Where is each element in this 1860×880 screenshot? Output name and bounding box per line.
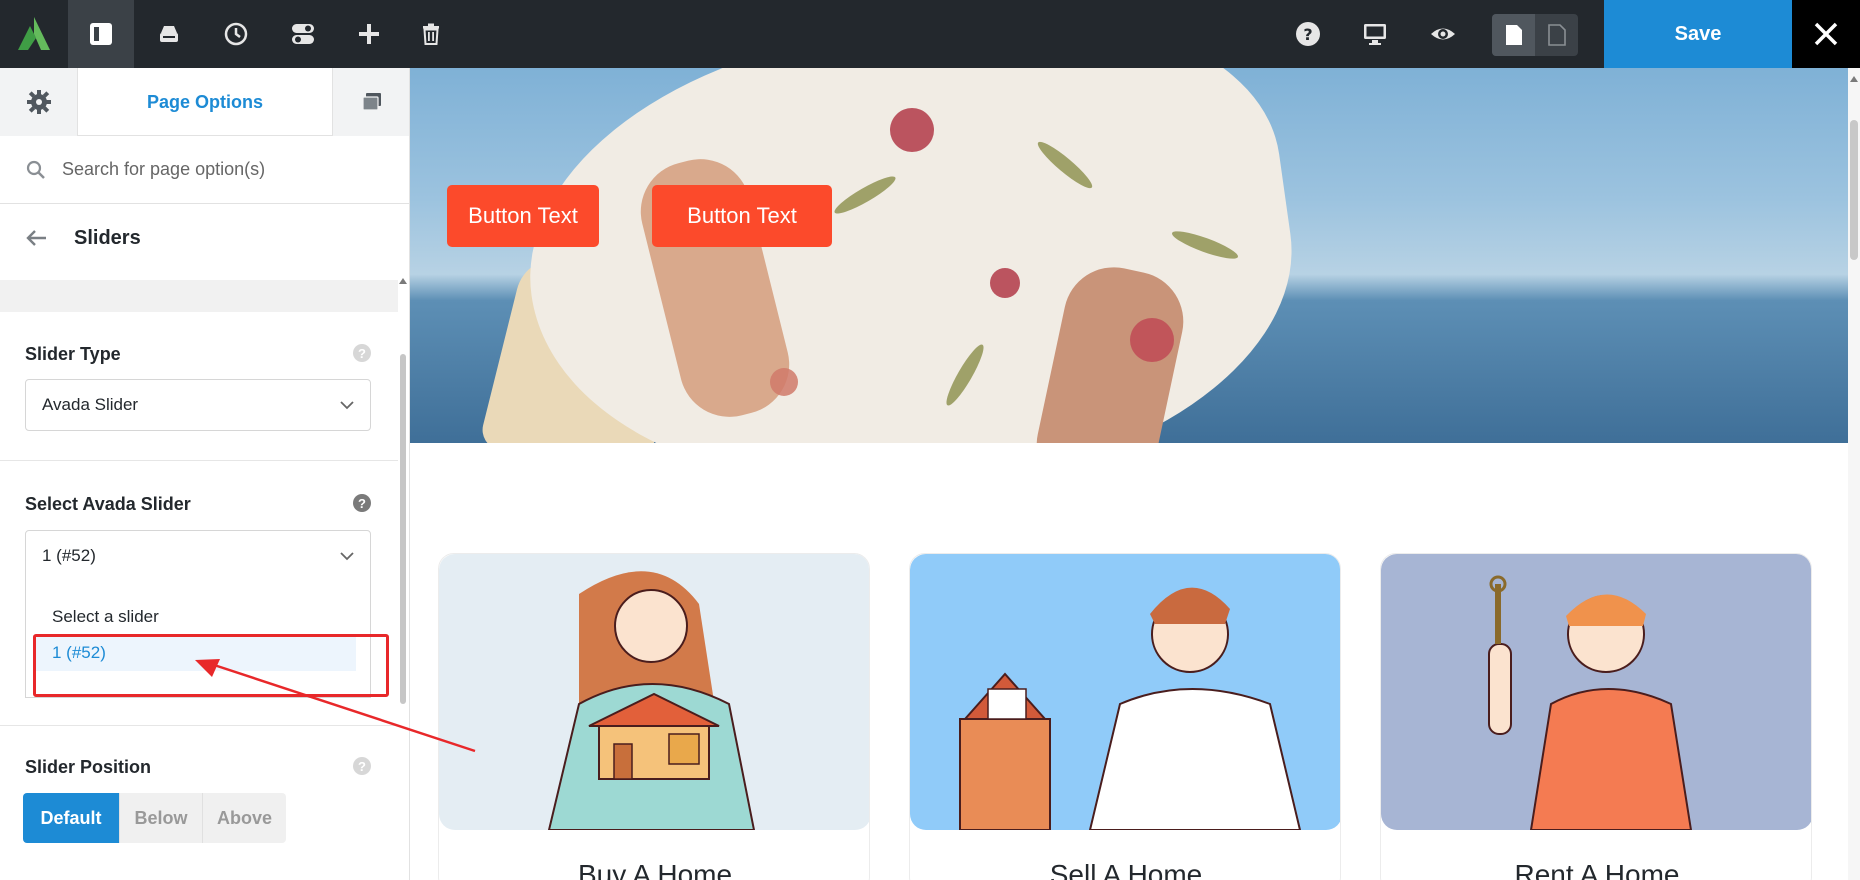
back-arrow-icon[interactable] (26, 229, 48, 247)
history-icon[interactable] (203, 0, 269, 68)
hero-button-2[interactable]: Button Text (652, 185, 832, 247)
add-icon[interactable] (336, 0, 402, 68)
section-header: Sliders (0, 204, 400, 272)
trash-icon[interactable] (398, 0, 464, 68)
card-title: Rent A Home (1514, 859, 1680, 880)
options-sidebar: Page Options Sliders Slider Type ? Avada… (0, 68, 410, 880)
slider-position-segmented: Default Below Above (23, 793, 286, 843)
position-above-button[interactable]: Above (202, 793, 286, 843)
page-icon[interactable] (1492, 14, 1535, 56)
position-below-button[interactable]: Below (119, 793, 202, 843)
help-icon[interactable]: ? (353, 757, 371, 775)
page-preview: Button Text Button Text Buy A Home Sell … (410, 68, 1848, 880)
chevron-down-icon (340, 400, 354, 409)
buy-home-illustration (439, 554, 869, 830)
service-card-rent[interactable]: Rent A Home (1380, 553, 1812, 880)
scroll-up-arrow-icon[interactable] (1850, 76, 1858, 82)
sidebar-toggle-icon[interactable] (68, 0, 134, 68)
hero-image: Button Text Button Text (410, 68, 1848, 443)
dropdown-option[interactable]: Select a slider (36, 599, 356, 635)
avada-logo-icon[interactable] (0, 0, 68, 68)
select-slider-value: 1 (#52) (42, 546, 96, 565)
slider-type-label: Slider Type (25, 344, 121, 364)
annotation-arrow-icon (195, 659, 476, 753)
divider (0, 460, 398, 461)
top-toolbar: ? Save (0, 0, 1860, 68)
card-title: Sell A Home (1049, 859, 1203, 880)
hero-flower (1130, 318, 1174, 362)
search-input[interactable] (62, 159, 382, 180)
sell-home-illustration (910, 554, 1340, 830)
svg-text:?: ? (1303, 25, 1312, 44)
toggle-icon[interactable] (270, 0, 336, 68)
rent-home-illustration (1381, 554, 1811, 830)
section-title: Sliders (74, 226, 141, 249)
hero-button-1[interactable]: Button Text (447, 185, 599, 247)
sidebar-scrollbar[interactable] (398, 204, 409, 880)
canvas-scrollbar[interactable] (1848, 68, 1860, 880)
slider-position-label: Slider Position (25, 757, 152, 777)
card-title: Buy A Home (577, 859, 733, 880)
section-divider-band (0, 280, 398, 312)
help-icon[interactable]: ? (1275, 0, 1341, 68)
help-icon[interactable]: ? (353, 494, 371, 512)
service-card-sell[interactable]: Sell A Home (909, 553, 1341, 880)
slider-type-select[interactable]: Avada Slider (25, 379, 371, 431)
layers-icon[interactable] (332, 68, 409, 136)
tab-page-options[interactable]: Page Options (78, 68, 332, 136)
search-icon (26, 160, 45, 179)
close-icon[interactable] (1792, 0, 1860, 68)
eye-icon[interactable] (1410, 0, 1476, 68)
select-slider-dropdown[interactable]: 1 (#52) (25, 530, 371, 582)
library-icon[interactable] (136, 0, 202, 68)
page-mode-toggle[interactable] (1492, 14, 1578, 56)
gear-icon[interactable] (0, 68, 78, 136)
save-button[interactable]: Save (1604, 0, 1792, 68)
hero-flower (990, 268, 1020, 298)
hero-flower (890, 108, 934, 152)
page-outline-icon[interactable] (1535, 14, 1578, 56)
select-slider-label: Select Avada Slider (25, 494, 191, 514)
hero-flower (770, 368, 798, 396)
help-icon[interactable]: ? (353, 344, 371, 362)
slider-type-value: Avada Slider (42, 395, 139, 414)
canvas-scroll-thumb[interactable] (1850, 120, 1858, 260)
sidebar-scroll-thumb[interactable] (400, 354, 406, 704)
scroll-up-arrow-icon[interactable] (399, 278, 407, 284)
position-default-button[interactable]: Default (23, 793, 119, 843)
chevron-down-icon (340, 551, 354, 560)
option-search (0, 136, 409, 204)
service-card-buy[interactable]: Buy A Home (438, 553, 870, 880)
desktop-icon[interactable] (1342, 0, 1408, 68)
sidebar-tabs: Page Options (0, 68, 409, 136)
